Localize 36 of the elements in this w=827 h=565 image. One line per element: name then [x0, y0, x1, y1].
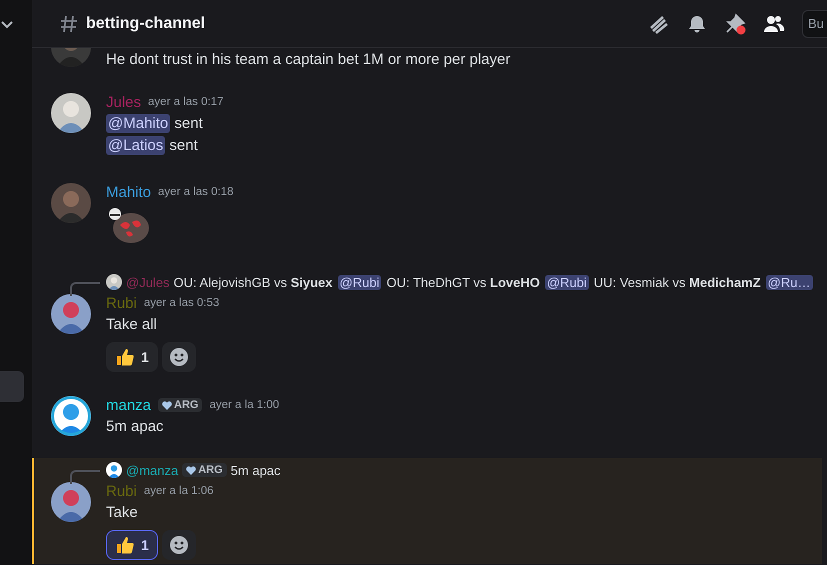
reaction-button[interactable]: 1: [106, 530, 158, 560]
message-text: @Latios sent: [106, 135, 199, 157]
channel-name: betting-channel: [86, 14, 206, 32]
message-text: 5m apac: [106, 417, 165, 437]
author-name[interactable]: Rubi: [106, 294, 137, 312]
add-reaction-button[interactable]: [162, 342, 196, 372]
hash-icon: [60, 14, 78, 32]
reply-author[interactable]: @manza: [126, 462, 178, 478]
add-reaction-button[interactable]: [162, 530, 196, 560]
thumbs-up-icon: [115, 535, 135, 555]
reply-preview[interactable]: OU: AlejovishGB vs Siyuex @Rubi OU: TheDhGT vs LoveHO @Rubi UU: Vesmiak vs MedichamZ @Ru…: [174, 274, 812, 290]
role-tag: ARG: [158, 398, 202, 412]
timestamp: ayer a las 0:18: [158, 186, 234, 198]
timestamp: ayer a las 0:17: [148, 96, 224, 108]
heart-icon: [162, 400, 172, 410]
search-field[interactable]: Bu: [802, 10, 827, 38]
message-text: @Mahito sent: [106, 113, 204, 135]
reply-preview[interactable]: 5m apac: [230, 462, 281, 478]
message-text: He dont trust in his team a captain bet 1M or more per player: [106, 50, 512, 70]
message-text: Take all: [106, 315, 158, 335]
heart-icon: [186, 466, 196, 474]
message-text: Take: [106, 503, 139, 523]
reaction-button[interactable]: 1: [106, 342, 158, 372]
author-name[interactable]: Mahito: [106, 184, 152, 200]
timestamp: ayer a las 0:53: [144, 297, 220, 309]
role-tag: ARG: [182, 463, 227, 477]
timestamp: ayer a la 1:06: [144, 485, 214, 497]
bell-icon[interactable]: [687, 14, 707, 34]
smiley-icon: [168, 347, 189, 367]
pin-icon[interactable]: [724, 12, 746, 34]
timestamp: ayer a la 1:00: [209, 399, 280, 411]
members-icon[interactable]: [763, 14, 785, 34]
smiley-icon: [168, 535, 189, 555]
thumbs-up-icon: [115, 347, 135, 367]
author-name[interactable]: manza: [106, 396, 152, 414]
chevron-icon[interactable]: [0, 20, 14, 30]
